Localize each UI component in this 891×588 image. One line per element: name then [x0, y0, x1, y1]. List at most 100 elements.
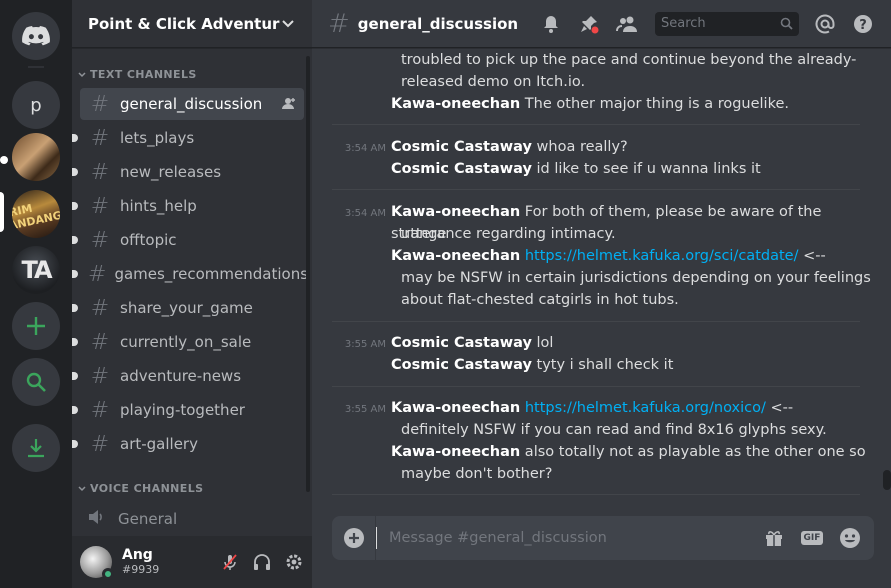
voice-channel-general[interactable]: General	[80, 504, 304, 534]
message-line: Cosmic Castaway id like to see if u wann…	[391, 158, 871, 180]
channel-topbar: # general_discussion Search ?	[312, 0, 891, 48]
channel-lets-plays[interactable]: # lets_plays	[72, 122, 304, 154]
server-image-1[interactable]	[12, 133, 60, 181]
message-list: troubled to pick up the pace and continu…	[312, 48, 891, 498]
speaker-icon	[88, 509, 108, 529]
message-line: about flat-chested catgirls in hot tubs.	[401, 292, 679, 308]
upload-button[interactable]	[332, 516, 376, 560]
channel-adventure-news[interactable]: # adventure-news	[72, 360, 304, 392]
message-line: Kawa-oneechan also totally not as playab…	[391, 441, 871, 463]
channel-currently-on-sale[interactable]: # currently_on_sale	[72, 326, 304, 358]
gift-icon[interactable]	[760, 524, 788, 552]
message-line: maybe don't bother?	[401, 466, 553, 482]
message-line: released demo on Itch.io.	[401, 74, 586, 90]
help-icon[interactable]: ?	[851, 12, 875, 36]
message-line: Kawa-oneechan https://helmet.kafuka.org/…	[391, 397, 871, 419]
gear-icon[interactable]	[284, 552, 304, 572]
avatar[interactable]	[80, 546, 114, 580]
author-name[interactable]: Kawa-oneechan	[391, 96, 520, 112]
message-line: may be NSFW in certain jurisdictions dep…	[401, 270, 871, 286]
channel-hints-help[interactable]: # hints_help	[72, 190, 304, 222]
chevron-down-icon	[280, 16, 296, 32]
message-line: Kawa-oneechan https://helmet.kafuka.org/…	[391, 245, 871, 267]
download-icon	[28, 439, 44, 458]
server-ta-label: TA	[21, 256, 52, 284]
invite-user-icon[interactable]	[282, 97, 296, 112]
sidebar-scrollbar[interactable]	[306, 56, 310, 492]
text-channels-category[interactable]: TEXT CHANNELS	[78, 68, 197, 81]
channel-new-releases[interactable]: # new_releases	[72, 156, 304, 188]
message-line: utterance regarding intimacy.	[401, 226, 616, 242]
hash-icon: #	[90, 295, 110, 321]
mute-microphone-icon[interactable]	[220, 552, 240, 572]
bell-icon[interactable]	[539, 12, 563, 36]
server-rail: p GRIM FANDANGO TA	[0, 0, 72, 588]
hash-icon: #	[90, 363, 110, 389]
channel-label: playing-together	[120, 401, 245, 419]
server-p[interactable]: p	[12, 81, 60, 129]
message-text: The other major thing is a roguelike.	[520, 96, 789, 112]
plus-circle-icon	[343, 528, 364, 548]
server-ta[interactable]: TA	[12, 246, 60, 294]
user-panel: Ang #9939	[72, 536, 312, 588]
channel-label: lets_plays	[120, 129, 195, 147]
channel-playing-together[interactable]: # playing-together	[72, 394, 304, 426]
voice-channels-category[interactable]: VOICE CHANNELS	[78, 482, 203, 495]
channel-label: games_recommendations	[114, 265, 309, 283]
members-icon[interactable]	[615, 12, 639, 36]
channel-general-discussion[interactable]: # general_discussion	[80, 88, 304, 120]
emoji-icon[interactable]	[836, 524, 864, 552]
author-name[interactable]: Cosmic Castaway	[391, 357, 532, 373]
message-divider	[332, 124, 860, 125]
message-line: Kawa-oneechan The other major thing is a…	[391, 93, 871, 115]
message-line: troubled to pick up the pace and continu…	[401, 52, 857, 68]
author-name[interactable]: Kawa-oneechan	[391, 204, 520, 220]
unread-indicator	[72, 202, 78, 210]
mentions-icon[interactable]	[813, 12, 837, 36]
search-input[interactable]: Search	[655, 11, 799, 36]
category-label: VOICE CHANNELS	[90, 482, 204, 495]
explore-servers-button[interactable]	[12, 358, 60, 406]
user-tag: #9939	[122, 563, 160, 576]
headphones-icon[interactable]	[252, 552, 272, 572]
download-apps-button[interactable]	[12, 424, 60, 472]
server-grim-fandango[interactable]: GRIM FANDANGO	[12, 190, 60, 238]
channel-games-recommendations[interactable]: # games_recommendations	[72, 258, 308, 290]
author-name[interactable]: Kawa-oneechan	[391, 444, 520, 460]
message-link[interactable]: https://helmet.kafuka.org/sci/catdate/	[525, 248, 799, 264]
message-composer: Message #general_discussion GIF	[332, 516, 874, 560]
author-name[interactable]: Cosmic Castaway	[391, 139, 532, 155]
unread-indicator	[72, 440, 78, 448]
hash-icon: #	[328, 8, 350, 39]
main-chat: # general_discussion Search ? troubled t…	[312, 0, 891, 588]
channel-art-gallery[interactable]: # art-gallery	[72, 428, 304, 460]
message-link[interactable]: https://helmet.kafuka.org/noxico/	[525, 400, 766, 416]
pin-icon[interactable]	[577, 12, 601, 36]
channel-title: general_discussion	[357, 14, 519, 33]
home-button[interactable]	[12, 12, 60, 60]
channel-share-your-game[interactable]: # share_your_game	[72, 292, 304, 324]
guild-header[interactable]: Point & Click Adventure ...	[72, 0, 312, 48]
channel-offtopic[interactable]: # offtopic	[72, 224, 304, 256]
server-grim-fandango-label: GRIM FANDANGO	[12, 201, 60, 234]
author-name[interactable]: Cosmic Castaway	[391, 335, 532, 351]
channel-sidebar: Point & Click Adventure ... TEXT CHANNEL…	[72, 0, 312, 588]
hash-icon: #	[90, 431, 110, 457]
message-scrollbar[interactable]	[883, 470, 891, 490]
gif-label: GIF	[800, 531, 824, 545]
discord-logo-icon	[22, 26, 50, 46]
author-name[interactable]: Kawa-oneechan	[391, 400, 520, 416]
message-divider	[332, 494, 860, 495]
message-input[interactable]: Message #general_discussion	[376, 527, 760, 549]
username: Ang	[122, 547, 153, 563]
gif-button[interactable]: GIF	[798, 524, 826, 552]
author-name[interactable]: Kawa-oneechan	[391, 248, 520, 264]
add-server-button[interactable]	[12, 302, 60, 350]
message-line: Cosmic Castaway whoa really?	[391, 136, 871, 158]
message-text: tyty i shall check it	[531, 357, 674, 373]
chevron-down-icon	[78, 71, 86, 77]
unread-indicator	[72, 372, 78, 380]
author-name[interactable]: Cosmic Castaway	[391, 161, 532, 177]
selected-server-pill	[0, 192, 4, 232]
channel-label: general_discussion	[120, 95, 263, 113]
